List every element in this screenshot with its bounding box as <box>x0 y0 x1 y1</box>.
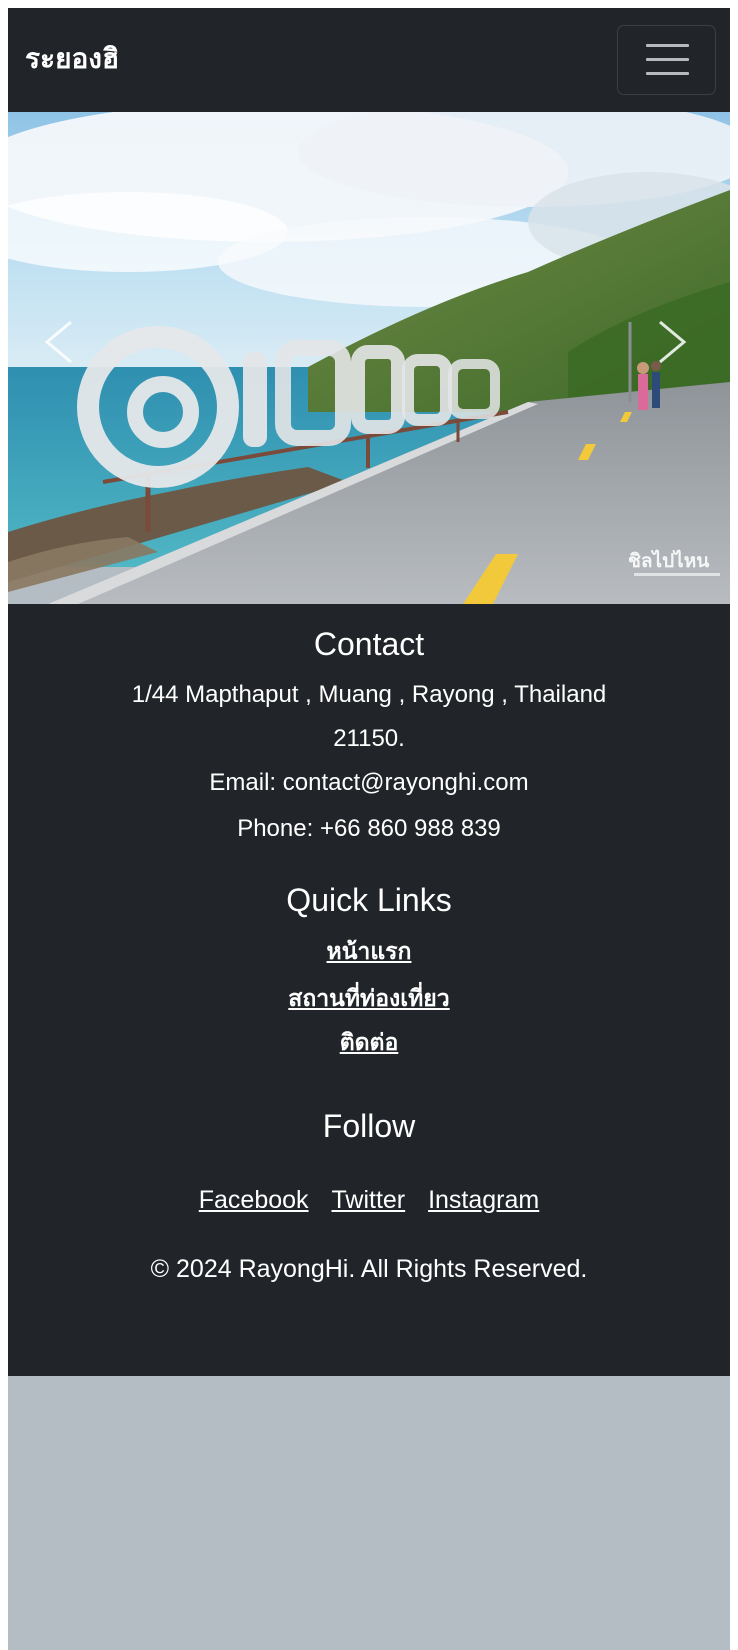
address-line-2: 21150. <box>333 725 405 752</box>
contact-email: Email: contact@rayonghi.com <box>209 769 529 796</box>
quick-link-item: ติดต่อ <box>8 1028 730 1058</box>
quick-link-attractions[interactable]: สถานที่ท่องเที่ยว <box>288 986 449 1012</box>
twitter-link[interactable]: Twitter <box>332 1186 406 1214</box>
carousel-prev-button[interactable] <box>33 302 93 382</box>
address-line-1: 1/44 Mapthaput , Muang , Rayong , Thaila… <box>131 681 607 708</box>
quick-link-item: สถานที่ท่องเที่ยว <box>8 984 730 1014</box>
chevron-right-icon <box>659 320 687 364</box>
quick-link-item: หน้าแรก <box>8 937 730 967</box>
navbar-toggler-button[interactable] <box>617 25 716 95</box>
contact-phone: Phone: +66 860 988 839 <box>237 815 501 842</box>
facebook-link[interactable]: Facebook <box>199 1186 309 1214</box>
quick-link-contact[interactable]: ติดต่อ <box>340 1030 399 1056</box>
chevron-left-icon <box>44 320 72 364</box>
follow-heading: Follow <box>322 1108 416 1144</box>
carousel-slide-image <box>8 112 730 604</box>
hamburger-menu-icon <box>646 44 689 76</box>
brand-logo[interactable]: ระยองฮิ <box>25 42 119 76</box>
navbar: ระยองฮิ <box>8 8 730 112</box>
quick-link-home[interactable]: หน้าแรก <box>327 939 412 965</box>
footer: Contact 1/44 Mapthaput , Muang , Rayong … <box>8 604 730 1376</box>
quick-links-heading: Quick Links <box>286 882 452 918</box>
watermark-underline <box>634 573 720 576</box>
image-watermark: ชิลไปไหน <box>628 550 710 572</box>
social-links: Facebook Twitter Instagram <box>8 1184 730 1216</box>
carousel-next-button[interactable] <box>648 302 708 382</box>
copyright-text: © 2024 RayongHi. All Rights Reserved. <box>150 1255 588 1283</box>
contact-heading: Contact <box>313 626 425 662</box>
page: ระยองฮิ ชิลไปไหน Contact 1/44 Mapthaput … <box>8 8 730 1650</box>
hero-carousel: ชิลไปไหน <box>8 112 730 604</box>
instagram-link[interactable]: Instagram <box>428 1186 539 1214</box>
